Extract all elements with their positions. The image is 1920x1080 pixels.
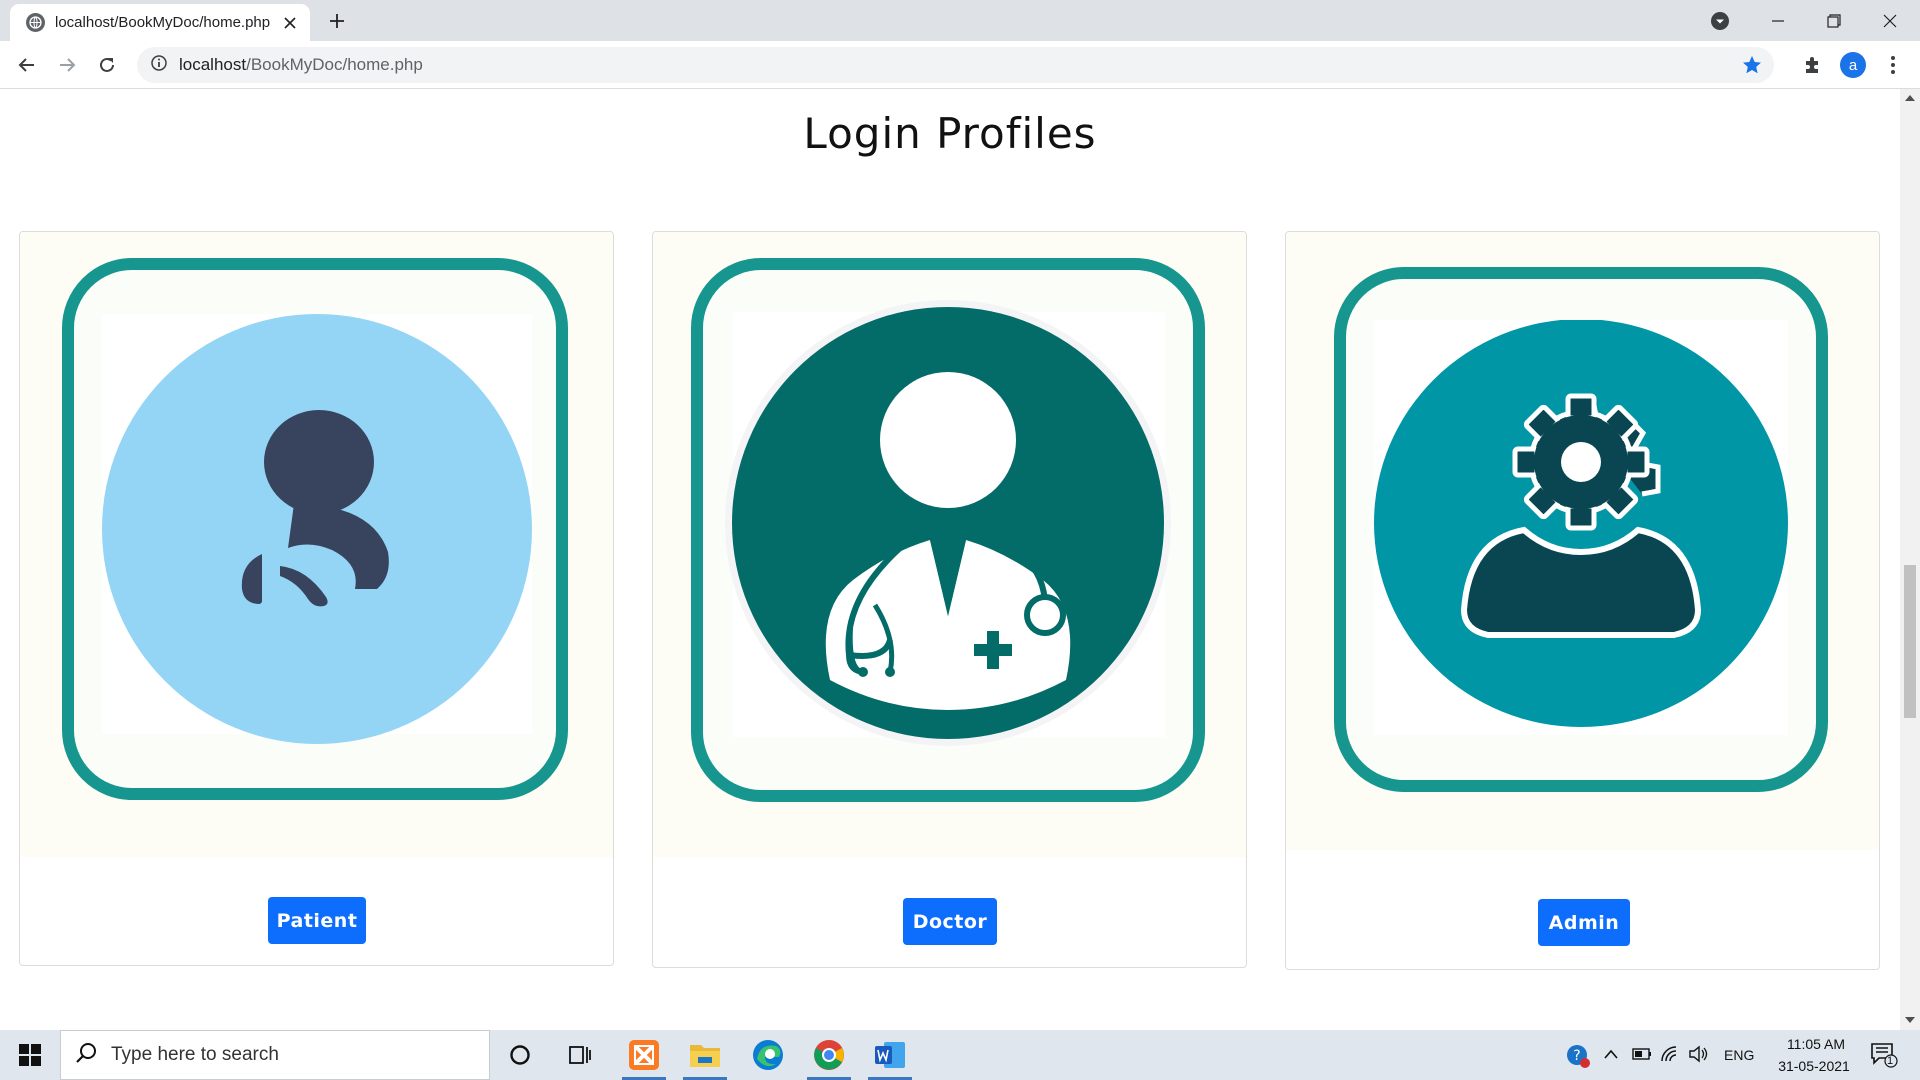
patient-card: Patient bbox=[19, 231, 614, 966]
browser-toolbar: localhost/BookMyDoc/home.php a bbox=[0, 41, 1920, 89]
patient-login-button[interactable]: Patient bbox=[268, 897, 366, 944]
tab-search-icon[interactable] bbox=[1707, 8, 1733, 34]
show-hidden-icons-chevron-icon[interactable] bbox=[1603, 1047, 1619, 1065]
forward-arrow-icon[interactable] bbox=[51, 49, 83, 81]
close-window-icon[interactable] bbox=[1862, 0, 1918, 41]
clock-time[interactable]: 11:05 AM bbox=[1776, 1036, 1856, 1052]
word-icon[interactable] bbox=[862, 1030, 918, 1080]
close-tab-icon[interactable] bbox=[280, 13, 300, 33]
doctor-card: Doctor bbox=[652, 231, 1247, 968]
patient-icon bbox=[102, 314, 532, 744]
file-explorer-icon[interactable] bbox=[677, 1030, 733, 1080]
admin-card: Admin bbox=[1285, 231, 1880, 970]
chrome-browser-icon[interactable] bbox=[801, 1030, 857, 1080]
card-image-area bbox=[653, 232, 1246, 857]
notification-count: 1 bbox=[1887, 1055, 1894, 1067]
doctor-login-button[interactable]: Doctor bbox=[903, 898, 997, 945]
battery-icon[interactable] bbox=[1632, 1047, 1652, 1066]
scroll-up-arrow-icon[interactable] bbox=[1905, 95, 1915, 101]
page-scrollbar[interactable] bbox=[1900, 89, 1920, 1030]
tab-title: localhost/BookMyDoc/home.php bbox=[55, 14, 271, 31]
browser-tab-bar: localhost/BookMyDoc/home.php bbox=[0, 0, 1920, 41]
notifications-icon[interactable] bbox=[1870, 1042, 1898, 1073]
page-title: Login Profiles bbox=[803, 109, 1097, 158]
taskbar-search-input[interactable]: Type here to search bbox=[60, 1030, 490, 1080]
browser-menu-icon[interactable] bbox=[1877, 49, 1909, 81]
scroll-down-arrow-icon[interactable] bbox=[1905, 1017, 1915, 1023]
restore-icon[interactable] bbox=[1806, 0, 1862, 41]
globe-icon bbox=[26, 13, 45, 32]
cortana-icon[interactable] bbox=[492, 1030, 548, 1080]
edge-browser-icon[interactable] bbox=[740, 1030, 796, 1080]
admin-login-button[interactable]: Admin bbox=[1538, 899, 1630, 946]
minimize-icon[interactable] bbox=[1750, 0, 1806, 41]
wifi-icon[interactable] bbox=[1660, 1045, 1680, 1068]
url-text: localhost/BookMyDoc/home.php bbox=[179, 55, 423, 74]
card-image-area bbox=[20, 232, 613, 857]
extensions-puzzle-icon[interactable] bbox=[1797, 49, 1829, 81]
language-indicator[interactable]: ENG bbox=[1724, 1047, 1754, 1063]
xampp-icon[interactable] bbox=[616, 1030, 672, 1080]
search-icon bbox=[75, 1042, 97, 1069]
profile-avatar[interactable]: a bbox=[1837, 49, 1869, 81]
svg-text:?: ? bbox=[1573, 1048, 1580, 1064]
site-info-icon[interactable] bbox=[151, 54, 167, 76]
volume-icon[interactable] bbox=[1688, 1045, 1708, 1068]
help-icon[interactable]: ? bbox=[1566, 1044, 1590, 1073]
address-bar[interactable]: localhost/BookMyDoc/home.php bbox=[137, 47, 1774, 83]
browser-tab[interactable]: localhost/BookMyDoc/home.php bbox=[10, 4, 310, 41]
reload-icon[interactable] bbox=[91, 49, 123, 81]
clock-date[interactable]: 31-05-2021 bbox=[1770, 1058, 1858, 1074]
task-view-icon[interactable] bbox=[552, 1030, 608, 1080]
admin-gear-icon bbox=[1374, 320, 1788, 727]
new-tab-icon[interactable] bbox=[323, 10, 351, 32]
scrollbar-thumb[interactable] bbox=[1904, 565, 1916, 718]
back-arrow-icon[interactable] bbox=[11, 49, 43, 81]
page-viewport: Login Profiles Patient Doctor Admin bbox=[0, 89, 1900, 1030]
windows-start-icon[interactable] bbox=[0, 1030, 60, 1080]
doctor-icon bbox=[725, 300, 1171, 746]
card-image-area bbox=[1286, 232, 1879, 850]
windows-taskbar: Type here to search ? ENG 11:05 AM 31-05… bbox=[0, 1030, 1920, 1080]
bookmark-star-icon[interactable] bbox=[1742, 55, 1762, 80]
